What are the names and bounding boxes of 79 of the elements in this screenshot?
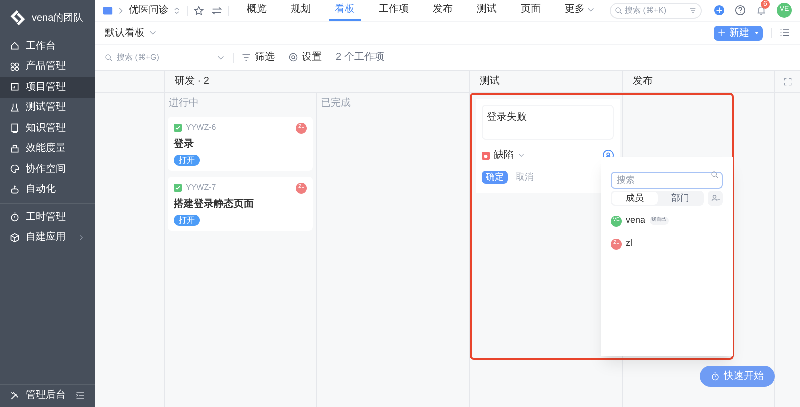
chevron-down-icon [217,54,225,62]
item-id: YYWZ-6 [186,122,218,134]
robot-icon [10,184,20,195]
bug-icon [482,152,490,160]
sidebar-item[interactable]: 测试管理 [0,98,95,118]
column-header: 发布 [633,75,653,89]
sidebar-item[interactable]: 产品管理 [0,56,95,77]
help-icon[interactable] [735,5,746,16]
stopwatch-icon [10,212,20,222]
column-header: 研发 · 2 [175,75,210,89]
nav-tab[interactable]: 页面 [515,0,547,21]
checkbox-icon [174,124,182,132]
title-input[interactable]: 登录失败 [482,105,614,140]
item-title: 登录 [174,138,195,152]
member-name: zl [626,237,632,250]
book-icon [10,123,20,134]
search-icon [711,171,719,179]
add-circle-icon[interactable] [714,5,725,16]
tools-icon [10,390,20,400]
nav-tab[interactable]: 工作项 [373,0,415,21]
add-member-button[interactable] [708,191,723,206]
segment-tab[interactable]: 成员 [612,192,658,205]
search-icon [105,54,113,62]
stopwatch-icon [711,372,720,381]
plus-icon [718,29,726,37]
segment-tab[interactable]: 部门 [658,192,703,205]
cube-icon [10,232,20,243]
team-name: vena的团队 [32,12,84,26]
swap-icon[interactable] [212,6,222,16]
nav-tab[interactable]: 规划 [285,0,317,21]
calendar-icon [10,82,20,92]
sort-arrows-icon [173,6,181,16]
nav-tab[interactable]: 测试 [471,0,503,21]
nav-tab[interactable]: 发布 [427,0,459,21]
item-id: YYWZ-7 [186,182,218,194]
sidebar-item[interactable]: 自建应用 [0,228,95,248]
expand-icon[interactable] [784,78,792,86]
sidebar-item[interactable]: 工作台 [0,36,95,56]
bell-icon[interactable] [756,5,767,16]
home-icon [10,41,20,52]
palette-icon [10,164,20,174]
collapse-menu-icon[interactable] [76,391,85,400]
caret-down-icon [754,30,760,36]
chevron-down-icon [149,29,157,37]
search-icon [615,6,623,14]
view-selector[interactable]: 默认看板 [105,26,157,40]
filter-button[interactable]: 筛选 [242,50,275,65]
subcolumn-title: 已完成 [320,96,352,111]
sidebar-item[interactable]: 自动化 [0,180,95,200]
filter-icon [242,53,251,62]
person-add-icon [711,194,720,203]
flask-icon [10,102,20,113]
chevron-right-icon [117,6,125,14]
item-title: 搭建登录静态页面 [174,198,255,212]
search-field[interactable]: 搜索 (⌘+G) [117,52,213,64]
member-name: vena [626,214,646,228]
column-header: 测试 [480,74,500,89]
checkbox-icon [174,184,182,192]
item-count: 2 个工作项 [336,51,384,65]
logo-icon [10,10,26,26]
sidebar-item[interactable]: 知识管理 [0,118,95,138]
filter-lines-icon [689,6,697,14]
sidebar-item[interactable]: 工时管理 [0,207,95,228]
project-name[interactable]: 优医问诊 [129,3,169,18]
search-field[interactable]: 搜索 [611,172,723,188]
nav-tab[interactable]: 更多 [559,0,601,21]
type-selector[interactable]: 缺陷 [482,148,603,163]
list-icon[interactable] [780,28,790,38]
sidebar-item[interactable]: 效能度量 [0,138,95,159]
star-icon[interactable] [194,6,204,16]
sidebar-item[interactable]: 协作空间 [0,159,95,180]
nav-tab[interactable]: 概览 [241,0,273,21]
settings-icon [289,53,298,62]
sidebar-item[interactable]: 项目管理 [0,77,95,98]
subcolumn-title: 进行中 [168,96,200,111]
admin-link[interactable]: 管理后台 [26,388,70,403]
chevron-down-icon [518,152,525,159]
grid-icon [10,62,20,72]
settings-button[interactable]: 设置 [289,50,322,65]
